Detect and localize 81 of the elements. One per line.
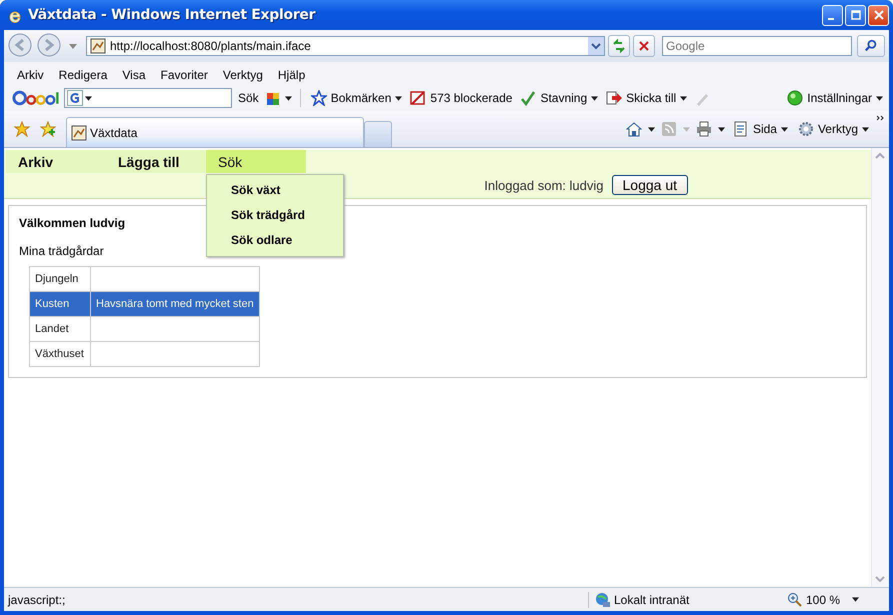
star-icon xyxy=(310,90,327,106)
section-title: Mina trädgårdar xyxy=(19,244,104,258)
welcome-heading: Välkommen ludvig xyxy=(19,216,126,230)
command-button[interactable]: Verktyg xyxy=(796,121,871,137)
caret-icon xyxy=(395,96,402,100)
security-zone: Lokalt intranät xyxy=(614,592,690,606)
toolbar-logo xyxy=(12,90,60,106)
maximize-icon xyxy=(850,10,860,20)
magnifier-icon xyxy=(786,592,803,608)
app-menu-item[interactable]: Arkiv xyxy=(6,150,106,173)
caret-icon[interactable] xyxy=(648,126,655,132)
dropdown-item[interactable]: Sök trädgård xyxy=(207,202,343,227)
stop-button[interactable] xyxy=(633,35,655,57)
close-icon xyxy=(874,10,884,20)
globe-icon xyxy=(594,592,611,608)
page-icon xyxy=(90,38,106,54)
add-favorite-icon[interactable] xyxy=(40,121,56,137)
menu-item[interactable]: Redigera xyxy=(58,68,108,82)
dropdown-item[interactable]: Sök odlare xyxy=(207,227,343,252)
search-button[interactable] xyxy=(857,35,885,57)
settings-button[interactable]: Inställningar xyxy=(785,90,885,106)
chevron-icon[interactable] xyxy=(877,115,885,123)
caret-icon xyxy=(862,126,869,132)
close-button[interactable] xyxy=(868,4,889,26)
toolbar-button[interactable]: Bokmärken xyxy=(308,90,404,106)
check-icon xyxy=(520,90,536,106)
caret-icon xyxy=(876,96,883,100)
dropdown-icon[interactable] xyxy=(588,37,604,55)
caret-icon[interactable] xyxy=(284,96,292,100)
refresh-button[interactable] xyxy=(608,35,630,57)
caret-icon[interactable] xyxy=(718,126,725,132)
caret-icon xyxy=(780,126,788,132)
garden-name: Landet xyxy=(35,323,69,335)
browser-tab[interactable]: Växtdata xyxy=(66,117,364,147)
garden-name: Djungeln xyxy=(35,273,78,285)
forward-button[interactable] xyxy=(37,33,63,59)
caret-icon[interactable] xyxy=(85,96,92,100)
toolbar-button[interactable]: Stavning xyxy=(518,90,600,106)
toolbar-button[interactable]: 573 blockerade xyxy=(408,90,514,106)
caret-icon xyxy=(591,96,598,100)
dropdown-item[interactable]: Sök växt xyxy=(207,177,343,202)
toolbar-search-field[interactable] xyxy=(64,88,232,108)
home-icon[interactable] xyxy=(626,121,642,137)
send-icon xyxy=(606,90,622,106)
command-button[interactable]: Sida xyxy=(730,121,790,137)
caret-icon[interactable] xyxy=(852,597,859,602)
status-light-icon xyxy=(787,90,804,106)
status-text: javascript:; xyxy=(8,592,66,606)
app-menu-item[interactable]: Sök xyxy=(206,150,306,173)
logout-button[interactable]: Logga ut xyxy=(612,175,688,195)
page-icon xyxy=(732,121,749,137)
caret-icon xyxy=(680,96,688,100)
favorites-icon[interactable] xyxy=(14,121,30,137)
minimize-button[interactable] xyxy=(822,4,843,26)
blocked-window-icon xyxy=(410,90,426,106)
puzzle-icon[interactable] xyxy=(264,90,281,106)
search-field[interactable]: Google xyxy=(662,36,852,56)
garden-name: Kusten xyxy=(35,298,70,310)
search-icon xyxy=(864,39,878,53)
menu-item[interactable]: Visa xyxy=(122,68,146,82)
refresh-icon xyxy=(611,38,627,54)
address-field[interactable]: http://localhost:8080/plants/main.iface xyxy=(86,36,605,56)
minimize-icon xyxy=(828,18,834,20)
back-button[interactable] xyxy=(8,33,34,59)
toolbar-button[interactable]: Skicka till xyxy=(604,90,690,106)
g-icon xyxy=(67,90,83,106)
printer-icon[interactable] xyxy=(696,121,712,137)
menu-item[interactable]: Arkiv xyxy=(17,68,44,82)
page-icon xyxy=(71,124,87,140)
window-title: Växtdata - Windows Internet Explorer xyxy=(28,7,316,23)
toolbar-search-button[interactable]: Sök xyxy=(236,91,261,105)
menu-item[interactable]: Verktyg xyxy=(222,68,263,82)
menu-item[interactable]: Favoriter xyxy=(160,68,208,82)
login-status: Inloggad som: ludvig xyxy=(484,178,604,192)
menu-item[interactable]: Hjälp xyxy=(278,68,306,82)
app-menu-item[interactable]: Lägga till xyxy=(106,150,206,173)
garden-description: Havsnära tomt med mycket sten xyxy=(96,298,254,310)
garden-name: Växthuset xyxy=(35,348,84,360)
zoom-button[interactable]: 100 % xyxy=(780,590,846,608)
gear-icon xyxy=(798,121,814,137)
maximize-button[interactable] xyxy=(845,4,866,26)
